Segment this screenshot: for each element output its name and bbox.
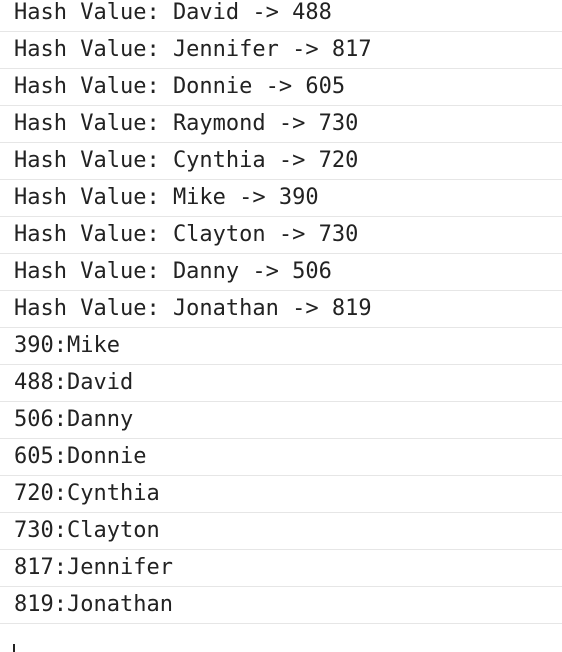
console-line: 817:Jennifer [0, 550, 562, 587]
console-line: Hash Value: Donnie -> 605 [0, 69, 562, 106]
console-line: Hash Value: Danny -> 506 [0, 254, 562, 291]
console-line: 488:David [0, 365, 562, 402]
console-line: 390:Mike [0, 328, 562, 365]
console-line: 506:Danny [0, 402, 562, 439]
console-output: Hash Value: David -> 488 Hash Value: Jen… [0, 0, 562, 624]
console-line: Hash Value: David -> 488 [0, 0, 562, 32]
text-cursor[interactable] [13, 644, 15, 652]
console-line: Hash Value: Mike -> 390 [0, 180, 562, 217]
console-line: 730:Clayton [0, 513, 562, 550]
console-line: Hash Value: Cynthia -> 720 [0, 143, 562, 180]
console-line: 819:Jonathan [0, 587, 562, 624]
console-line: Hash Value: Raymond -> 730 [0, 106, 562, 143]
console-line: Hash Value: Clayton -> 730 [0, 217, 562, 254]
console-line: 605:Donnie [0, 439, 562, 476]
console-line: Hash Value: Jonathan -> 819 [0, 291, 562, 328]
console-line: 720:Cynthia [0, 476, 562, 513]
console-line: Hash Value: Jennifer -> 817 [0, 32, 562, 69]
